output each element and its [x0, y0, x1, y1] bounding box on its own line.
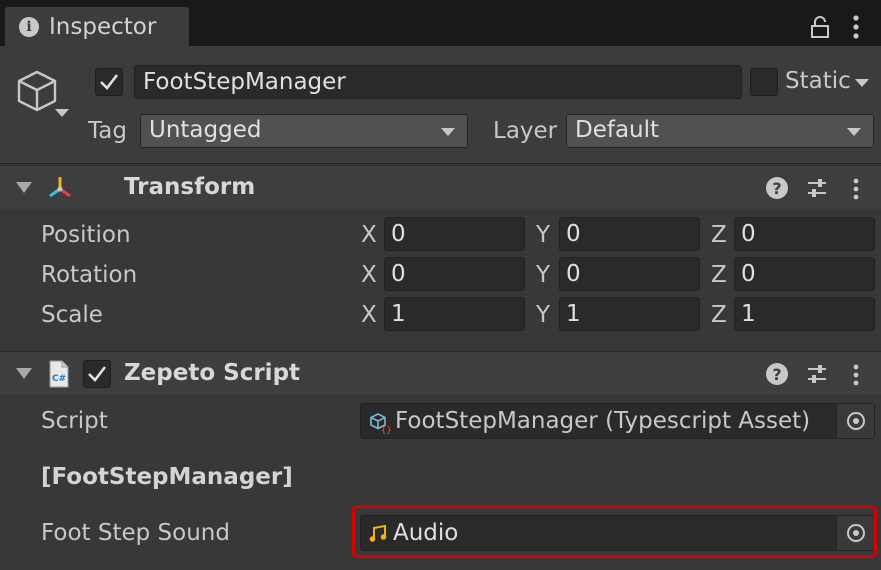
- position-z-field[interactable]: 0: [734, 217, 875, 251]
- tag-dropdown[interactable]: Untagged: [140, 114, 468, 148]
- info-icon: i: [19, 16, 39, 37]
- presets-icon[interactable]: [806, 363, 828, 385]
- layer-label: Layer: [493, 118, 558, 144]
- script-object-field[interactable]: {} FootStepManager (Typescript Asset): [360, 403, 875, 439]
- rotation-x-field[interactable]: 0: [384, 257, 525, 291]
- zepeto-script-title: Zepeto Script: [124, 360, 301, 386]
- tab-inspector[interactable]: i Inspector: [5, 7, 189, 46]
- position-y-field[interactable]: 0: [559, 217, 700, 251]
- help-icon[interactable]: ?: [766, 177, 788, 199]
- scale-label: Scale: [41, 302, 103, 328]
- icon-dropdown-caret[interactable]: [55, 109, 69, 117]
- zepeto-script-header[interactable]: C# Zepeto Script ?: [0, 351, 881, 395]
- active-checkbox[interactable]: [95, 68, 123, 96]
- tag-value: Untagged: [149, 117, 262, 143]
- scale-z-field[interactable]: 1: [734, 297, 875, 331]
- axis-x-label: X: [361, 302, 377, 328]
- layer-value: Default: [575, 117, 660, 143]
- typescript-asset-icon: {}: [370, 413, 392, 434]
- position-x-field[interactable]: 0: [384, 217, 525, 251]
- rotation-z-field[interactable]: 0: [734, 257, 875, 291]
- lock-icon[interactable]: [810, 16, 830, 38]
- checkmark-icon: [88, 366, 107, 382]
- transform-body: Position X 0 Y 0 Z 0 Rotation X 0 Y 0 Z …: [0, 209, 881, 351]
- presets-icon[interactable]: [806, 177, 828, 199]
- csharp-script-icon: C#: [49, 360, 69, 388]
- help-icon[interactable]: ?: [766, 363, 788, 385]
- rotation-label: Rotation: [41, 262, 138, 288]
- svg-text:{}: {}: [381, 426, 392, 434]
- transform-title: Transform: [124, 174, 256, 200]
- tab-title: Inspector: [49, 13, 157, 40]
- axis-y-label: Y: [536, 222, 551, 248]
- transform-header[interactable]: Transform ?: [0, 165, 881, 209]
- svg-text:C#: C#: [52, 374, 66, 384]
- zepeto-script-enabled-checkbox[interactable]: [83, 360, 111, 388]
- static-dropdown-caret[interactable]: [855, 79, 869, 87]
- position-label: Position: [41, 222, 131, 248]
- chevron-down-icon: [847, 128, 861, 136]
- checkmark-icon: [100, 74, 119, 90]
- axis-x-label: X: [361, 262, 377, 288]
- foldout-arrow-icon[interactable]: [16, 368, 32, 379]
- highlight-box: [352, 505, 877, 558]
- scale-y-field[interactable]: 1: [559, 297, 700, 331]
- gameobject-header: FootStepManager Static Tag Untagged Laye…: [0, 46, 881, 164]
- layer-dropdown[interactable]: Default: [566, 114, 874, 148]
- static-label[interactable]: Static: [785, 68, 851, 94]
- axis-x-label: X: [361, 222, 377, 248]
- kebab-menu-icon[interactable]: [848, 363, 864, 387]
- kebab-menu-icon[interactable]: [848, 177, 864, 201]
- foldout-arrow-icon[interactable]: [16, 182, 32, 193]
- axis-z-label: Z: [711, 262, 727, 288]
- kebab-menu-icon[interactable]: [848, 14, 864, 40]
- axis-y-label: Y: [536, 262, 551, 288]
- object-picker-button[interactable]: [836, 404, 874, 438]
- cube-icon[interactable]: [14, 68, 60, 114]
- scale-x-field[interactable]: 1: [384, 297, 525, 331]
- rotation-y-field[interactable]: 0: [559, 257, 700, 291]
- script-value: FootStepManager (Typescript Asset): [395, 408, 811, 434]
- tag-label: Tag: [88, 118, 127, 144]
- tab-bar: i Inspector: [0, 0, 881, 46]
- name-input[interactable]: FootStepManager: [134, 65, 742, 99]
- axis-z-label: Z: [711, 302, 727, 328]
- chevron-down-icon: [441, 128, 455, 136]
- object-picker-icon: [846, 412, 865, 430]
- foot-step-sound-label: Foot Step Sound: [41, 520, 230, 546]
- transform-axes-icon: [49, 177, 71, 198]
- axis-z-label: Z: [711, 222, 727, 248]
- script-label: Script: [41, 408, 108, 434]
- section-header: [FootStepManager]: [41, 464, 293, 490]
- static-checkbox[interactable]: [750, 68, 778, 96]
- axis-y-label: Y: [536, 302, 551, 328]
